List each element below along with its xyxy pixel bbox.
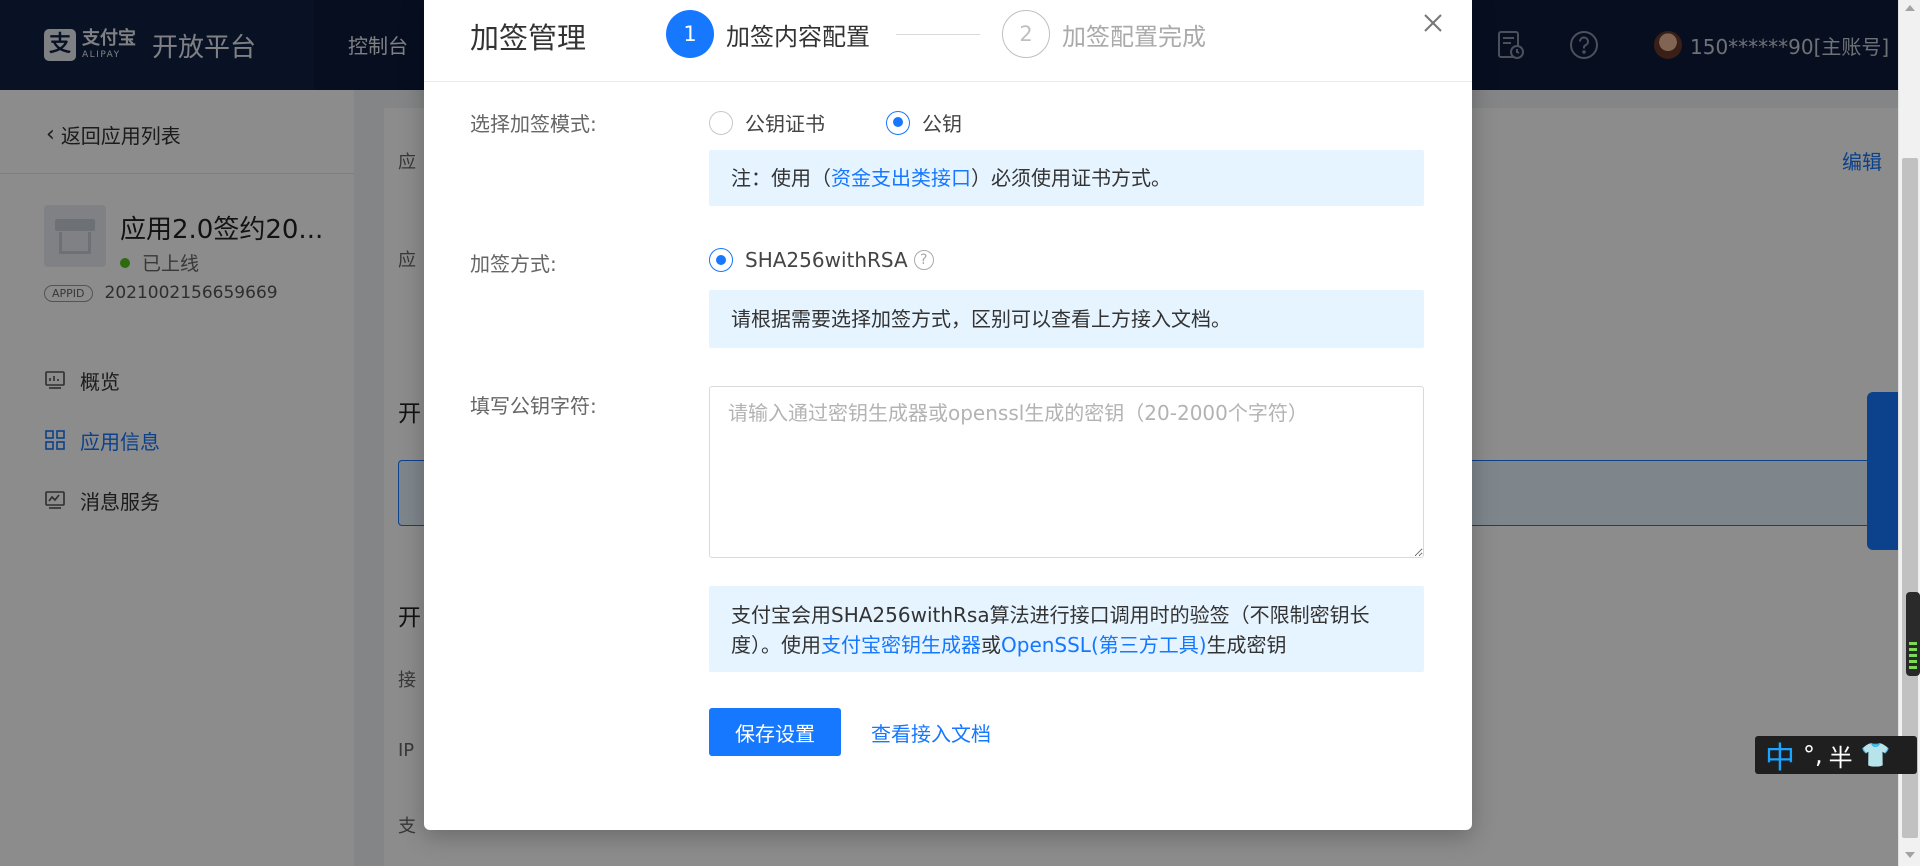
fund-payout-api-link[interactable]: 资金支出类接口 — [831, 166, 971, 190]
step-connector — [896, 34, 980, 35]
radio-icon — [709, 110, 733, 135]
step-1: 1 加签内容配置 — [666, 10, 870, 58]
mode-label: 选择加签模式: — [470, 112, 597, 136]
radio-public-key-cert[interactable]: 公钥证书 — [709, 108, 825, 137]
method-note: 请根据需要选择加签方式，区别可以查看上方接入文档。 — [709, 290, 1424, 348]
modal-title: 加签管理 — [470, 21, 587, 55]
scroll-up-icon[interactable] — [1905, 5, 1915, 11]
public-key-input[interactable] — [709, 386, 1424, 558]
step-label: 加签内容配置 — [726, 22, 870, 51]
radio-checked-icon — [709, 248, 733, 272]
radio-sha256withrsa[interactable]: SHA256withRSA ? — [709, 248, 934, 272]
ime-mode[interactable]: 中 — [1765, 733, 1795, 777]
step-label: 加签配置完成 — [1062, 22, 1206, 51]
close-icon[interactable] — [1418, 8, 1448, 38]
ime-width[interactable]: 半 — [1829, 738, 1853, 773]
openssl-link[interactable]: OpenSSL(第三方工具) — [1001, 633, 1207, 657]
modal-header: 加签管理 1 加签内容配置 2 加签配置完成 — [424, 0, 1472, 82]
step-2: 2 加签配置完成 — [1002, 10, 1206, 58]
question-mark-icon[interactable]: ? — [913, 250, 934, 270]
volume-meter-icon — [1906, 592, 1920, 676]
radio-checked-icon — [886, 110, 910, 135]
skin-icon[interactable]: 👕 — [1861, 741, 1891, 769]
ime-toolbar[interactable]: 中 °, 半 👕 — [1755, 733, 1917, 777]
key-label: 填写公钥字符: — [470, 394, 597, 418]
key-info-note: 支付宝会用SHA256withRsa算法进行接口调用时的验签（不限制密钥长度）。… — [709, 586, 1424, 672]
step-number: 1 — [666, 10, 714, 58]
step-number: 2 — [1002, 10, 1050, 58]
save-settings-button[interactable]: 保存设置 — [709, 708, 841, 756]
alipay-key-generator-link[interactable]: 支付宝密钥生成器 — [821, 633, 981, 657]
mode-note: 注：使用（资金支出类接口）必须使用证书方式。 — [709, 150, 1424, 206]
ime-punct[interactable]: °, — [1803, 741, 1823, 769]
method-label: 加签方式: — [470, 252, 557, 276]
view-docs-link[interactable]: 查看接入文档 — [871, 718, 991, 747]
radio-public-key[interactable]: 公钥 — [886, 108, 962, 137]
signing-modal: 加签管理 1 加签内容配置 2 加签配置完成 选择加签模式: 公钥证书 公钥 注… — [424, 0, 1472, 830]
scroll-down-icon[interactable] — [1905, 852, 1915, 858]
